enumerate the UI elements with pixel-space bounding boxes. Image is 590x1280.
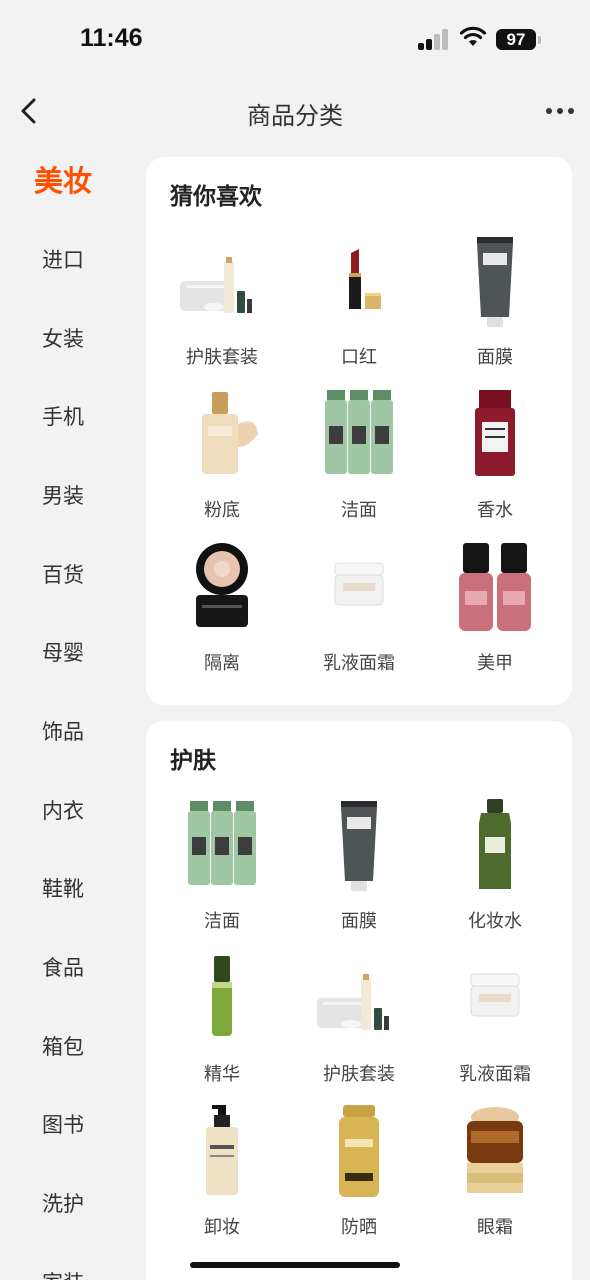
category-item-shoes[interactable]: 鞋靴 bbox=[0, 864, 126, 914]
section-card-recommended: 猜你喜欢 护肤套装 口红 面膜 粉底 洁面 香水 隔离 乳液面霜 美甲 bbox=[146, 157, 572, 705]
category-item-phones[interactable]: 手机 bbox=[0, 392, 126, 442]
sunscreen-bottle-icon bbox=[309, 1103, 409, 1203]
cellular-signal-icon bbox=[418, 28, 450, 50]
category-item-general-goods[interactable]: 百货 bbox=[0, 550, 126, 600]
item-label: 洁面 bbox=[341, 500, 377, 521]
status-bar: 11:46 97 bbox=[0, 0, 590, 80]
wifi-icon bbox=[459, 26, 487, 46]
section-card-skincare: 护肤 洁面 面膜 化妆水 精华 护肤套装 乳液面霜 卸妆 防晒 眼霜 bbox=[146, 721, 572, 1280]
section-title: 护肤 bbox=[170, 748, 216, 774]
item-label: 化妆水 bbox=[468, 911, 522, 932]
category-item-home-decor[interactable]: 家装 bbox=[0, 1258, 126, 1280]
face-mask-tube-icon bbox=[445, 233, 545, 333]
product-category-item[interactable]: 隔离 bbox=[154, 539, 290, 689]
product-category-item[interactable]: 美甲 bbox=[427, 539, 563, 689]
item-label: 乳液面霜 bbox=[459, 1064, 531, 1085]
product-category-item[interactable]: 面膜 bbox=[291, 797, 427, 947]
product-category-item[interactable]: 防晒 bbox=[291, 1103, 427, 1253]
category-item-mens-clothing[interactable]: 男装 bbox=[0, 471, 126, 521]
cream-jar-icon bbox=[445, 950, 545, 1050]
category-item-baby[interactable]: 母婴 bbox=[0, 628, 126, 678]
lipstick-icon bbox=[309, 233, 409, 333]
cleanser-bottles-icon bbox=[172, 797, 272, 897]
item-label: 面膜 bbox=[477, 347, 513, 368]
battery-tip bbox=[538, 36, 541, 44]
product-category-item[interactable]: 香水 bbox=[427, 386, 563, 536]
item-label: 卸妆 bbox=[204, 1217, 240, 1238]
primer-jar-icon bbox=[172, 539, 272, 639]
item-label: 护肤套装 bbox=[323, 1064, 395, 1085]
item-label: 眼霜 bbox=[477, 1217, 513, 1238]
product-category-item[interactable]: 口红 bbox=[291, 233, 427, 383]
category-sidebar: 美妆 进口 女装 手机 男装 百货 母婴 饰品 内衣 鞋靴 食品 箱包 图书 洗… bbox=[0, 142, 126, 1280]
home-indicator[interactable] bbox=[190, 1262, 400, 1268]
category-item-wash-care[interactable]: 洗护 bbox=[0, 1179, 126, 1229]
serum-bottle-icon bbox=[172, 950, 272, 1050]
section-title: 猜你喜欢 bbox=[170, 184, 262, 210]
page-title: 商品分类 bbox=[247, 102, 343, 130]
cleanser-bottles-icon bbox=[309, 386, 409, 486]
item-label: 防晒 bbox=[341, 1217, 377, 1238]
item-label: 美甲 bbox=[477, 653, 513, 674]
product-category-item[interactable]: 眼霜 bbox=[427, 1103, 563, 1253]
skincare-set-icon bbox=[309, 950, 409, 1050]
product-category-item[interactable]: 化妆水 bbox=[427, 797, 563, 947]
item-label: 精华 bbox=[204, 1064, 240, 1085]
nail-polish-icon bbox=[445, 539, 545, 639]
product-category-item[interactable]: 洁面 bbox=[291, 386, 427, 536]
nav-bar: 商品分类 bbox=[0, 80, 590, 142]
foundation-bottle-icon bbox=[172, 386, 272, 486]
product-category-item[interactable]: 卸妆 bbox=[154, 1103, 290, 1253]
product-category-item[interactable]: 护肤套装 bbox=[154, 233, 290, 383]
face-mask-tube-icon bbox=[309, 797, 409, 897]
product-category-item[interactable]: 乳液面霜 bbox=[291, 539, 427, 689]
makeup-remover-pump-icon bbox=[172, 1103, 272, 1203]
cream-jar-icon bbox=[309, 539, 409, 639]
category-item-beauty[interactable]: 美妆 bbox=[0, 156, 126, 206]
category-item-womens-clothing[interactable]: 女装 bbox=[0, 314, 126, 364]
item-label: 口红 bbox=[341, 347, 377, 368]
product-category-item[interactable]: 护肤套装 bbox=[291, 950, 427, 1100]
category-item-books[interactable]: 图书 bbox=[0, 1100, 126, 1150]
product-category-item[interactable]: 精华 bbox=[154, 950, 290, 1100]
battery-indicator: 97 bbox=[496, 29, 536, 50]
product-category-item[interactable]: 乳液面霜 bbox=[427, 950, 563, 1100]
eye-cream-jar-icon bbox=[445, 1103, 545, 1203]
item-label: 粉底 bbox=[204, 500, 240, 521]
skincare-set-icon bbox=[172, 233, 272, 333]
item-label: 香水 bbox=[477, 500, 513, 521]
item-label: 乳液面霜 bbox=[323, 653, 395, 674]
category-item-underwear[interactable]: 内衣 bbox=[0, 786, 126, 836]
category-item-bags[interactable]: 箱包 bbox=[0, 1022, 126, 1072]
status-time: 11:46 bbox=[80, 24, 143, 52]
category-item-import[interactable]: 进口 bbox=[0, 235, 126, 285]
item-label: 面膜 bbox=[341, 911, 377, 932]
item-label: 洁面 bbox=[204, 911, 240, 932]
toner-bottle-icon bbox=[445, 797, 545, 897]
product-category-item[interactable]: 洁面 bbox=[154, 797, 290, 947]
category-item-accessories[interactable]: 饰品 bbox=[0, 707, 126, 757]
item-label: 护肤套装 bbox=[186, 347, 258, 368]
item-label: 隔离 bbox=[204, 653, 240, 674]
category-item-food[interactable]: 食品 bbox=[0, 943, 126, 993]
product-category-item[interactable]: 粉底 bbox=[154, 386, 290, 536]
more-options-icon[interactable] bbox=[540, 100, 580, 122]
perfume-bottle-icon bbox=[445, 386, 545, 486]
product-category-item[interactable]: 面膜 bbox=[427, 233, 563, 383]
